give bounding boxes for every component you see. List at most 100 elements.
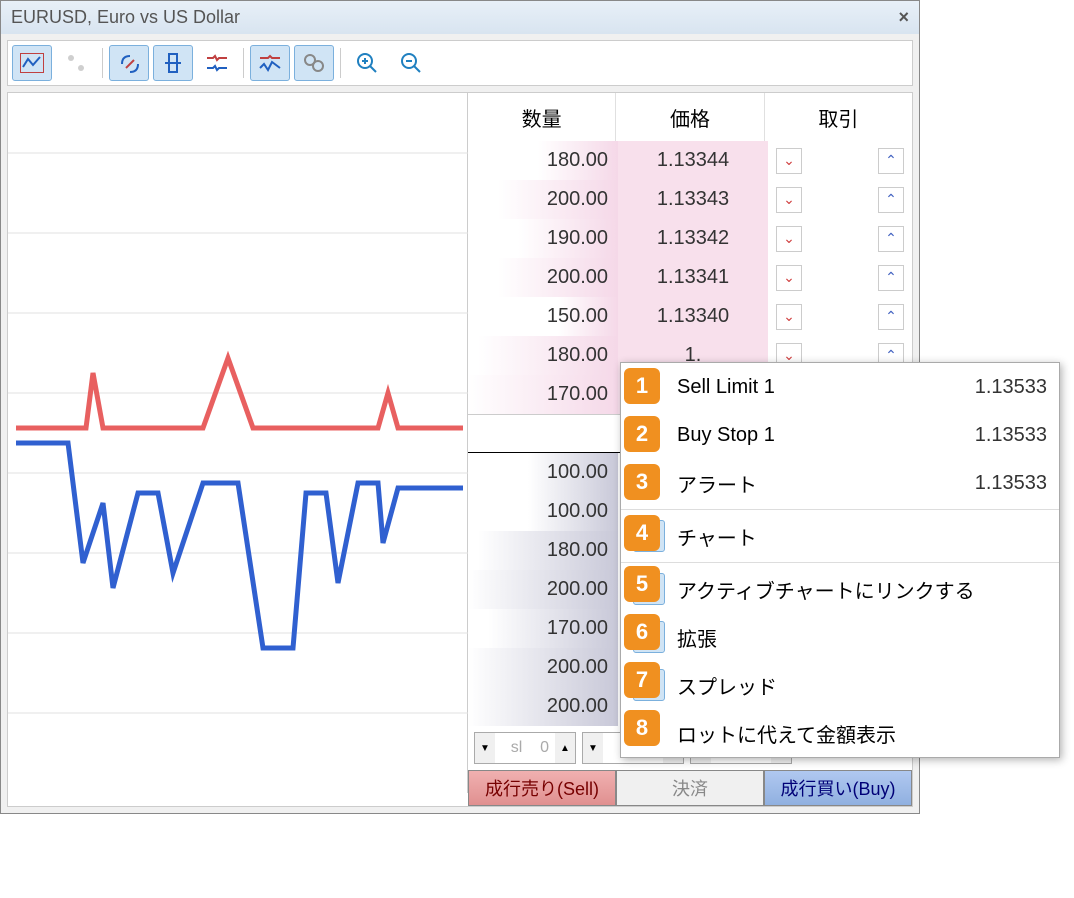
volume-cell: 150.00: [558, 297, 618, 336]
buy-button[interactable]: 成行買い(Buy): [764, 770, 912, 806]
annotation-badge-8: 8: [624, 710, 660, 746]
price-cell: 1.13342: [618, 219, 768, 258]
context-menu: Sell Limit 1 1.13533 Buy Stop 1 1.13533 …: [620, 362, 1060, 758]
sell-chevron[interactable]: ⌄: [776, 148, 802, 174]
link-chart-btn[interactable]: [109, 45, 149, 81]
menu-item-buy-stop[interactable]: Buy Stop 1 1.13533: [621, 411, 1059, 459]
separator: [340, 48, 341, 78]
buy-chevron[interactable]: ⌃: [878, 226, 904, 252]
buy-chevron[interactable]: ⌃: [878, 187, 904, 213]
volume-cell: 200.00: [498, 258, 618, 297]
menu-label: Sell Limit 1: [677, 376, 963, 399]
menu-item-alert[interactable]: アラート 1.13533: [621, 459, 1059, 507]
toolbar-btn-2[interactable]: [56, 45, 96, 81]
annotation-badge-1: 1: [624, 368, 660, 404]
separator: [102, 48, 103, 78]
volume-cell: 100.00: [528, 453, 618, 492]
zoom-in-btn[interactable]: [347, 45, 387, 81]
annotation-badge-3: 3: [624, 464, 660, 500]
sl-spinner[interactable]: ▼ ▲: [474, 732, 576, 764]
titlebar: EURUSD, Euro vs US Dollar ×: [1, 1, 919, 34]
menu-label: 拡張: [677, 623, 1047, 652]
spread-icon: [205, 54, 229, 72]
price-cell: 1.13344: [618, 141, 768, 180]
chart-mode-btn[interactable]: [12, 45, 52, 81]
sell-chevron[interactable]: ⌄: [776, 265, 802, 291]
price-chart: [8, 93, 468, 793]
price-cell: 1.13341: [618, 258, 768, 297]
annotation-badge-6: 6: [624, 614, 660, 650]
close-position-button[interactable]: 決済: [616, 770, 764, 806]
menu-value: 1.13533: [975, 424, 1047, 447]
ask-row[interactable]: 150.00 1.13340 ⌄ ⌃: [468, 297, 912, 336]
volume-cell: 190.00: [518, 219, 618, 258]
annotation-badge-5: 5: [624, 566, 660, 602]
separator: [243, 48, 244, 78]
buy-chevron[interactable]: ⌃: [878, 304, 904, 330]
circles-icon: [303, 53, 325, 73]
table-header: 数量 価格 取引: [468, 93, 912, 141]
zoom-in-icon: [355, 51, 379, 75]
sl-down[interactable]: ▼: [475, 733, 495, 763]
menu-label: チャート: [677, 522, 1047, 551]
header-price: 価格: [616, 93, 764, 141]
window-title: EURUSD, Euro vs US Dollar: [11, 7, 240, 28]
lot-down[interactable]: ▼: [583, 733, 603, 763]
volume-cell: 200.00: [498, 180, 618, 219]
trade-cell: ⌄ ⌃: [768, 265, 912, 291]
volume-cell: 180.00: [478, 531, 618, 570]
trade-cell: ⌄ ⌃: [768, 187, 912, 213]
sell-chevron[interactable]: ⌄: [776, 304, 802, 330]
volume-cell: 180.00: [478, 336, 618, 375]
annotation-badge-7: 7: [624, 662, 660, 698]
menu-item-sell-limit[interactable]: Sell Limit 1 1.13533: [621, 363, 1059, 411]
menu-label: アクティブチャートにリンクする: [677, 575, 1047, 604]
chart-icon: [20, 53, 44, 73]
menu-item-spread[interactable]: スプレッド: [621, 661, 1059, 709]
volume-cell: 200.00: [468, 570, 618, 609]
sl-up[interactable]: ▲: [555, 733, 575, 763]
menu-value: 1.13533: [975, 376, 1047, 399]
zoom-out-icon: [399, 51, 423, 75]
menu-item-none[interactable]: ロットに代えて金額表示: [621, 709, 1059, 757]
trade-cell: ⌄ ⌃: [768, 148, 912, 174]
sell-chevron[interactable]: ⌄: [776, 226, 802, 252]
buy-chevron[interactable]: ⌃: [878, 148, 904, 174]
menu-item-link[interactable]: アクティブチャートにリンクする: [621, 565, 1059, 613]
ask-row[interactable]: 190.00 1.13342 ⌄ ⌃: [468, 219, 912, 258]
toolbar-btn-6[interactable]: [250, 45, 290, 81]
annotation-badge-2: 2: [624, 416, 660, 452]
sell-chevron[interactable]: ⌄: [776, 187, 802, 213]
line-icon: [258, 54, 282, 72]
price-cell: 1.13343: [618, 180, 768, 219]
toolbar-btn-7[interactable]: [294, 45, 334, 81]
volume-cell: 170.00: [488, 609, 618, 648]
action-buttons: 成行売り(Sell) 決済 成行買い(Buy): [468, 770, 912, 806]
trade-cell: ⌄ ⌃: [768, 304, 912, 330]
spread-btn[interactable]: [197, 45, 237, 81]
close-icon[interactable]: ×: [898, 7, 909, 28]
ask-row[interactable]: 180.00 1.13344 ⌄ ⌃: [468, 141, 912, 180]
chart-area[interactable]: [8, 93, 468, 793]
menu-item-extend[interactable]: 拡張: [621, 613, 1059, 661]
sl-input[interactable]: [495, 733, 555, 763]
link-icon: [118, 52, 140, 74]
menu-item-chart[interactable]: チャート: [621, 512, 1059, 560]
buy-chevron[interactable]: ⌃: [878, 265, 904, 291]
extend-icon: [163, 52, 183, 74]
dots-icon: [66, 53, 86, 73]
extend-btn[interactable]: [153, 45, 193, 81]
ask-row[interactable]: 200.00 1.13341 ⌄ ⌃: [468, 258, 912, 297]
menu-label: ロットに代えて金額表示: [677, 719, 1047, 748]
sell-button[interactable]: 成行売り(Sell): [468, 770, 616, 806]
menu-value: 1.13533: [975, 472, 1047, 495]
volume-cell: 170.00: [468, 375, 618, 414]
volume-cell: 100.00: [528, 492, 618, 531]
annotation-badge-4: 4: [624, 515, 660, 551]
ask-row[interactable]: 200.00 1.13343 ⌄ ⌃: [468, 180, 912, 219]
volume-cell: 200.00: [468, 687, 618, 726]
zoom-out-btn[interactable]: [391, 45, 431, 81]
toolbar: [7, 40, 913, 86]
trade-cell: ⌄ ⌃: [768, 226, 912, 252]
volume-cell: 200.00: [468, 648, 618, 687]
